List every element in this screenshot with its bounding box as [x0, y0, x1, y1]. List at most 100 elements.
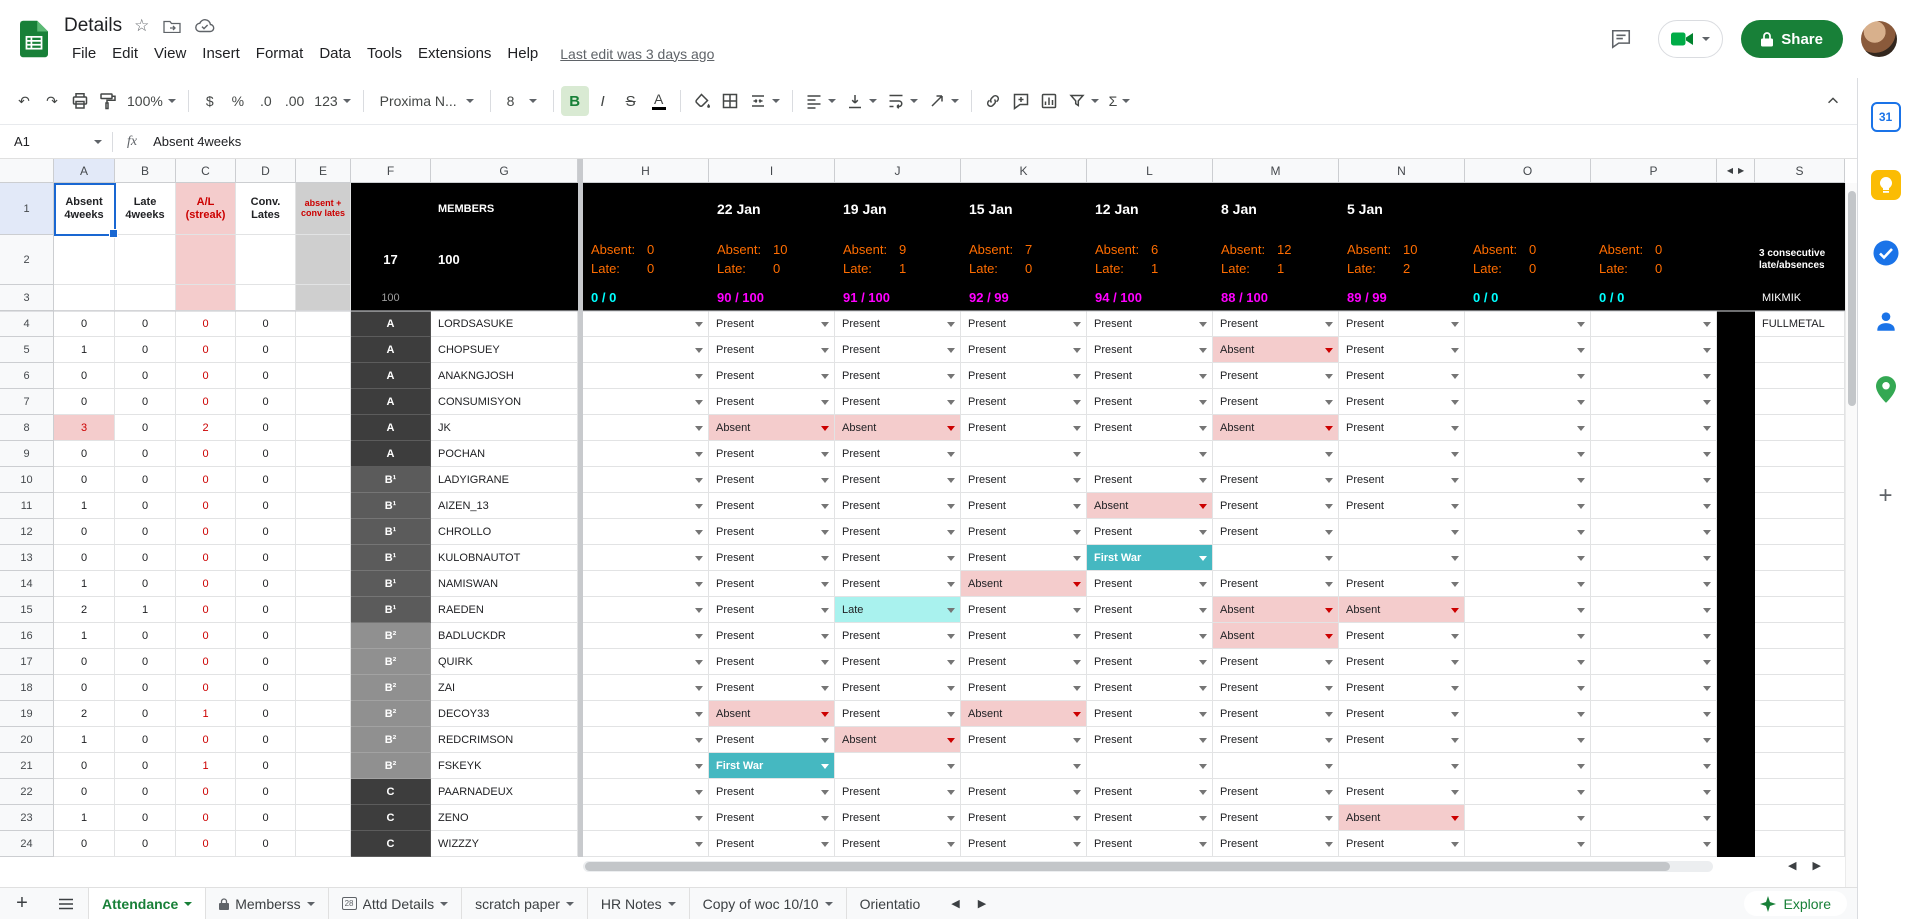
cell-E2[interactable]: [296, 235, 351, 285]
status-cell-J17[interactable]: Present: [835, 649, 961, 675]
cell-D2[interactable]: [236, 235, 296, 285]
status-cell-H20[interactable]: [583, 727, 709, 753]
dropdown-caret-icon[interactable]: [1703, 607, 1711, 613]
dropdown-caret-icon[interactable]: [1073, 737, 1081, 743]
dropdown-caret-icon[interactable]: [947, 581, 955, 587]
cell-F2[interactable]: 17: [351, 235, 431, 285]
dropdown-caret-icon[interactable]: [695, 451, 703, 457]
dropdown-caret-icon[interactable]: [1577, 581, 1585, 587]
row-header-19[interactable]: 19: [0, 701, 54, 727]
cell-B17[interactable]: 0: [115, 649, 176, 675]
dropdown-caret-icon[interactable]: [1577, 373, 1585, 379]
cell-E7[interactable]: [296, 389, 351, 415]
cell-F21[interactable]: B²: [351, 753, 431, 779]
dropdown-caret-icon[interactable]: [1703, 555, 1711, 561]
last-edit-status[interactable]: Last edit was 3 days ago: [560, 46, 714, 62]
column-header-A[interactable]: A: [54, 159, 115, 183]
cell-G16[interactable]: BADLUCKDR: [431, 623, 578, 649]
dropdown-caret-icon[interactable]: [1199, 841, 1207, 847]
cell-A4[interactable]: 0: [54, 311, 115, 337]
cell-A6[interactable]: 0: [54, 363, 115, 389]
dropdown-caret-icon[interactable]: [695, 477, 703, 483]
dropdown-caret-icon[interactable]: [1325, 373, 1333, 379]
format-currency-button[interactable]: $: [196, 86, 224, 116]
column-header-G[interactable]: G: [431, 159, 578, 183]
calendar-icon[interactable]: 31: [1870, 102, 1901, 132]
vertical-scrollbar[interactable]: [1845, 183, 1857, 887]
formula-input[interactable]: Absent 4weeks: [153, 134, 241, 149]
cell-E5[interactable]: [296, 337, 351, 363]
cell-A21[interactable]: 0: [54, 753, 115, 779]
cell-F19[interactable]: B²: [351, 701, 431, 727]
status-cell-O6[interactable]: [1465, 363, 1591, 389]
cell-G18[interactable]: ZAI: [431, 675, 578, 701]
status-cell-K18[interactable]: Present: [961, 675, 1087, 701]
cell-C20[interactable]: 0: [176, 727, 236, 753]
status-cell-J10[interactable]: Present: [835, 467, 961, 493]
cell-J3[interactable]: 91 / 100: [835, 285, 961, 311]
status-cell-H7[interactable]: [583, 389, 709, 415]
status-cell-N14[interactable]: Present: [1339, 571, 1465, 597]
status-cell-K15[interactable]: Present: [961, 597, 1087, 623]
cell-C18[interactable]: 0: [176, 675, 236, 701]
cell-H3[interactable]: 0 / 0: [583, 285, 709, 311]
dropdown-caret-icon[interactable]: [1199, 737, 1207, 743]
dropdown-caret-icon[interactable]: [947, 347, 955, 353]
status-cell-M4[interactable]: Present: [1213, 311, 1339, 337]
status-cell-N17[interactable]: Present: [1339, 649, 1465, 675]
status-cell-I18[interactable]: Present: [709, 675, 835, 701]
dropdown-caret-icon[interactable]: [1073, 841, 1081, 847]
cell-E8[interactable]: [296, 415, 351, 441]
row-header-20[interactable]: 20: [0, 727, 54, 753]
dropdown-caret-icon[interactable]: [1577, 841, 1585, 847]
cell-F24[interactable]: C: [351, 831, 431, 857]
dropdown-caret-icon[interactable]: [1073, 659, 1081, 665]
dropdown-caret-icon[interactable]: [947, 607, 955, 613]
cell-D4[interactable]: 0: [236, 311, 296, 337]
cell-S7[interactable]: [1755, 389, 1845, 415]
dropdown-caret-icon[interactable]: [1451, 789, 1459, 795]
cell-G3[interactable]: [431, 285, 578, 311]
cell-F22[interactable]: C: [351, 779, 431, 805]
column-header-I[interactable]: I: [709, 159, 835, 183]
horizontal-scroll-thumb[interactable]: [585, 862, 1670, 871]
move-folder-icon[interactable]: [163, 19, 181, 33]
dropdown-caret-icon[interactable]: [947, 711, 955, 717]
status-cell-J12[interactable]: Present: [835, 519, 961, 545]
cell-A23[interactable]: 1: [54, 805, 115, 831]
cell-F16[interactable]: B²: [351, 623, 431, 649]
dropdown-caret-icon[interactable]: [821, 581, 829, 587]
row-header-8[interactable]: 8: [0, 415, 54, 441]
status-cell-I6[interactable]: Present: [709, 363, 835, 389]
dropdown-caret-icon[interactable]: [1325, 633, 1333, 639]
dropdown-caret-icon[interactable]: [1325, 451, 1333, 457]
dropdown-caret-icon[interactable]: [1073, 529, 1081, 535]
explore-button[interactable]: Explore: [1743, 891, 1847, 916]
cell-D15[interactable]: 0: [236, 597, 296, 623]
dropdown-caret-icon[interactable]: [1577, 789, 1585, 795]
status-cell-P11[interactable]: [1591, 493, 1717, 519]
column-header-H[interactable]: H: [583, 159, 709, 183]
dropdown-caret-icon[interactable]: [695, 737, 703, 743]
cell-S4[interactable]: FULLMETAL: [1755, 311, 1845, 337]
functions-button[interactable]: Σ: [1104, 86, 1136, 116]
status-cell-I19[interactable]: Absent: [709, 701, 835, 727]
status-cell-K6[interactable]: Present: [961, 363, 1087, 389]
status-cell-K11[interactable]: Present: [961, 493, 1087, 519]
dropdown-caret-icon[interactable]: [1703, 347, 1711, 353]
dropdown-caret-icon[interactable]: [947, 789, 955, 795]
cell-D13[interactable]: 0: [236, 545, 296, 571]
cell-B20[interactable]: 0: [115, 727, 176, 753]
cell-A13[interactable]: 0: [54, 545, 115, 571]
cell-A17[interactable]: 0: [54, 649, 115, 675]
status-cell-K12[interactable]: Present: [961, 519, 1087, 545]
dropdown-caret-icon[interactable]: [1703, 321, 1711, 327]
cell-D22[interactable]: 0: [236, 779, 296, 805]
status-cell-N10[interactable]: Present: [1339, 467, 1465, 493]
cell-D23[interactable]: 0: [236, 805, 296, 831]
sheet-tab-scratch-paper[interactable]: scratch paper: [462, 888, 588, 919]
insert-link-button[interactable]: [979, 86, 1007, 116]
cell-D19[interactable]: 0: [236, 701, 296, 727]
cell-A12[interactable]: 0: [54, 519, 115, 545]
cell-D10[interactable]: 0: [236, 467, 296, 493]
